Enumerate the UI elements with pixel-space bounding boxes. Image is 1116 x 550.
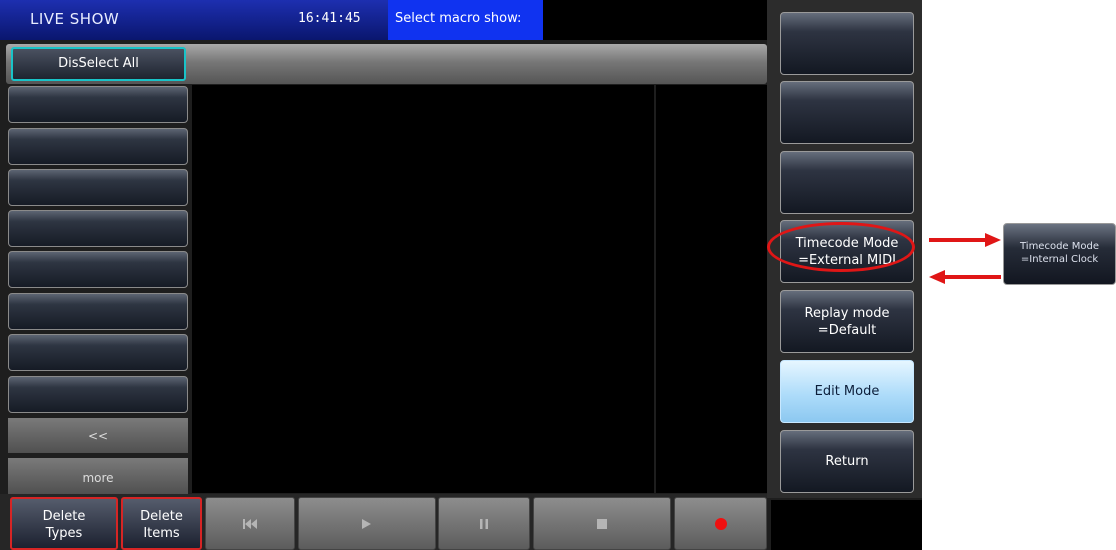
right-button-1[interactable] xyxy=(780,12,914,75)
pause-button[interactable] xyxy=(438,497,530,550)
delete-types-button[interactable]: Delete Types xyxy=(10,497,118,550)
record-icon xyxy=(714,517,727,530)
delete-types-line1: Delete xyxy=(42,509,86,524)
list-item[interactable] xyxy=(8,169,188,206)
return-button[interactable]: Return xyxy=(780,430,914,493)
replay-mode-line1: Replay mode xyxy=(804,305,890,321)
list-item[interactable] xyxy=(8,376,188,413)
alt-state-line1: Timecode Mode xyxy=(1019,241,1099,252)
deselect-all-button[interactable]: DisSelect All xyxy=(11,47,186,81)
list-item[interactable] xyxy=(8,128,188,165)
timecode-alt-state-preview: Timecode Mode =Internal Clock xyxy=(1003,223,1116,285)
skip-back-icon xyxy=(243,518,257,529)
right-status-area xyxy=(771,500,922,550)
stop-icon xyxy=(597,518,607,529)
prompt-text: Select macro show: xyxy=(395,11,522,26)
edit-mode-button[interactable]: Edit Mode xyxy=(780,360,914,423)
list-item[interactable] xyxy=(8,210,188,247)
side-display xyxy=(656,85,767,493)
replay-mode-line2: =Default xyxy=(817,322,877,338)
delete-items-line2: Items xyxy=(143,526,180,541)
screen-title: LIVE SHOW xyxy=(30,10,120,28)
live-show-screen: LIVE SHOW 16:41:45 Select macro show: Di… xyxy=(0,0,922,550)
record-button[interactable] xyxy=(674,497,767,550)
list-item[interactable] xyxy=(8,86,188,123)
right-button-3[interactable] xyxy=(780,151,914,214)
arrow-left-icon xyxy=(929,270,1001,284)
alt-state-line2: =Internal Clock xyxy=(1020,254,1099,265)
clock: 16:41:45 xyxy=(298,11,361,26)
list-item[interactable] xyxy=(8,251,188,288)
timecode-highlight-ellipse xyxy=(767,222,915,272)
right-button-2[interactable] xyxy=(780,81,914,144)
pause-icon xyxy=(480,518,488,529)
more-button[interactable]: more xyxy=(8,458,188,494)
replay-mode-button[interactable]: Replay mode =Default xyxy=(780,290,914,353)
stop-button[interactable] xyxy=(533,497,671,550)
title-input-area xyxy=(543,0,767,40)
skip-back-button[interactable] xyxy=(205,497,295,550)
delete-items-line1: Delete xyxy=(140,509,183,524)
delete-types-line2: Types xyxy=(45,526,83,541)
delete-items-button[interactable]: Delete Items xyxy=(121,497,202,550)
list-item[interactable] xyxy=(8,334,188,371)
play-button[interactable] xyxy=(298,497,436,550)
page-back-button[interactable]: << xyxy=(8,418,188,453)
arrow-right-icon xyxy=(929,233,1001,247)
main-display xyxy=(192,85,654,493)
play-icon xyxy=(362,518,371,529)
list-item[interactable] xyxy=(8,293,188,330)
